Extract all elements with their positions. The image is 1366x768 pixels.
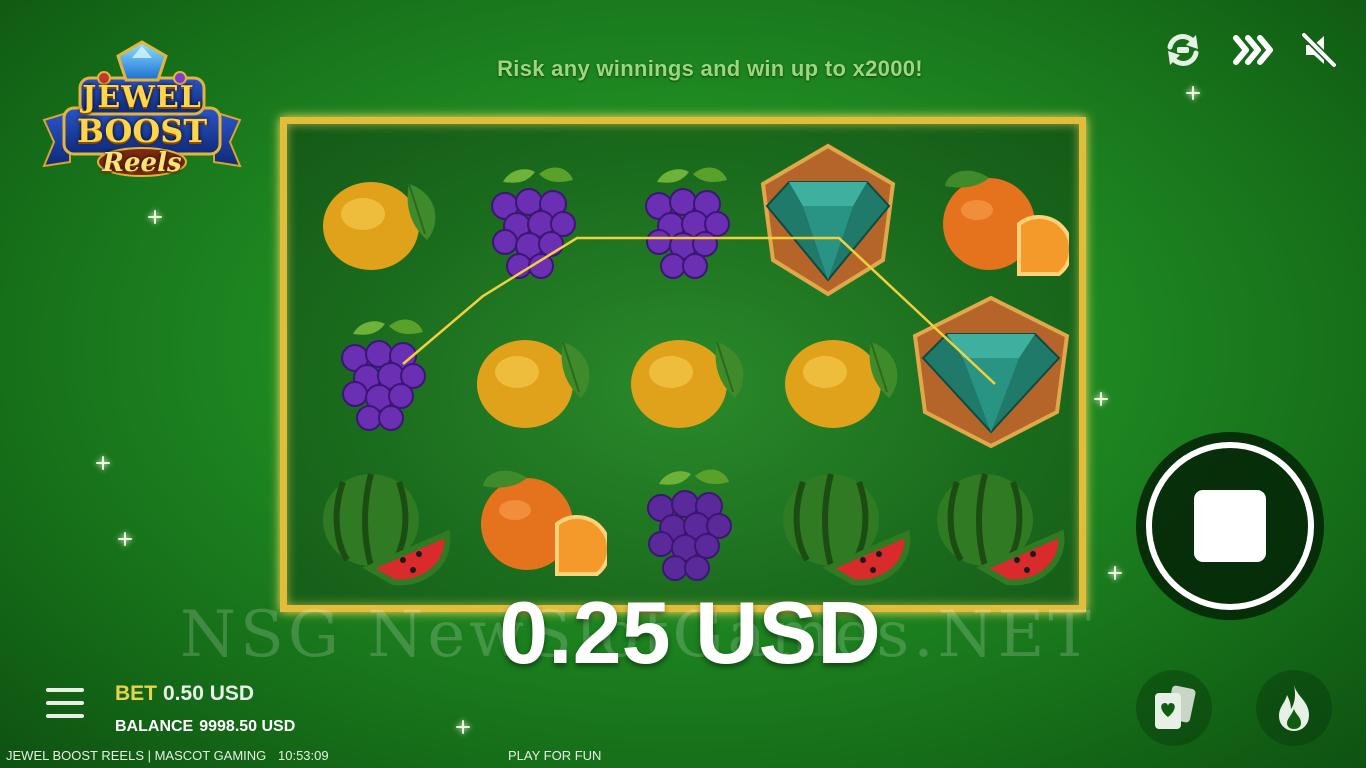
stop-button[interactable]	[1136, 432, 1324, 620]
sparkle-decoration	[456, 720, 470, 734]
gamble-cards-button[interactable]	[1136, 670, 1212, 746]
game-logo: JEWEL BOOST Reels	[40, 38, 244, 180]
sparkle-decoration	[1186, 86, 1200, 100]
sparkle-decoration	[1094, 392, 1108, 406]
balance-value: 9998.50 USD	[199, 718, 296, 735]
logo-text-reels: Reels	[102, 148, 182, 178]
balance-label: BALANCE	[115, 718, 194, 735]
winning-payline	[402, 236, 996, 385]
reel-board	[280, 117, 1086, 612]
sparkle-decoration	[148, 210, 162, 224]
game-info: JEWEL BOOST REELS | MASCOT GAMING	[6, 748, 267, 763]
clock-time: 10:53:09	[278, 748, 329, 763]
sparkle-decoration	[118, 532, 132, 546]
balance-display: BALANCE 9998.50 USD	[115, 718, 295, 736]
sound-toggle-button[interactable]	[1296, 27, 1342, 73]
logo-text-boost: BOOST	[76, 112, 208, 150]
stop-button-ring	[1146, 442, 1314, 610]
autoplay-button[interactable]	[1160, 27, 1206, 73]
menu-icon[interactable]	[46, 688, 84, 722]
turbo-button[interactable]	[1228, 27, 1274, 73]
autoplay-refresh-icon	[1167, 34, 1199, 66]
flame-icon	[1279, 685, 1309, 731]
turbo-icon	[1233, 35, 1273, 65]
win-amount: 0.25 USD	[499, 583, 881, 682]
logo-text-jewel: JEWEL	[82, 80, 202, 115]
hot-features-button[interactable]	[1256, 670, 1332, 746]
play-mode: PLAY FOR FUN	[508, 748, 602, 763]
risk-message: Risk any winnings and win up to x2000!	[497, 56, 923, 81]
sound-muted-icon	[1300, 31, 1338, 69]
bet-value: 0.50 USD	[163, 682, 255, 705]
cards-icon	[1155, 685, 1196, 729]
sparkle-decoration	[96, 456, 110, 470]
bet-display[interactable]: BET 0.50 USD	[115, 682, 254, 706]
bet-label: BET	[115, 682, 157, 705]
sparkle-decoration	[1108, 566, 1122, 580]
